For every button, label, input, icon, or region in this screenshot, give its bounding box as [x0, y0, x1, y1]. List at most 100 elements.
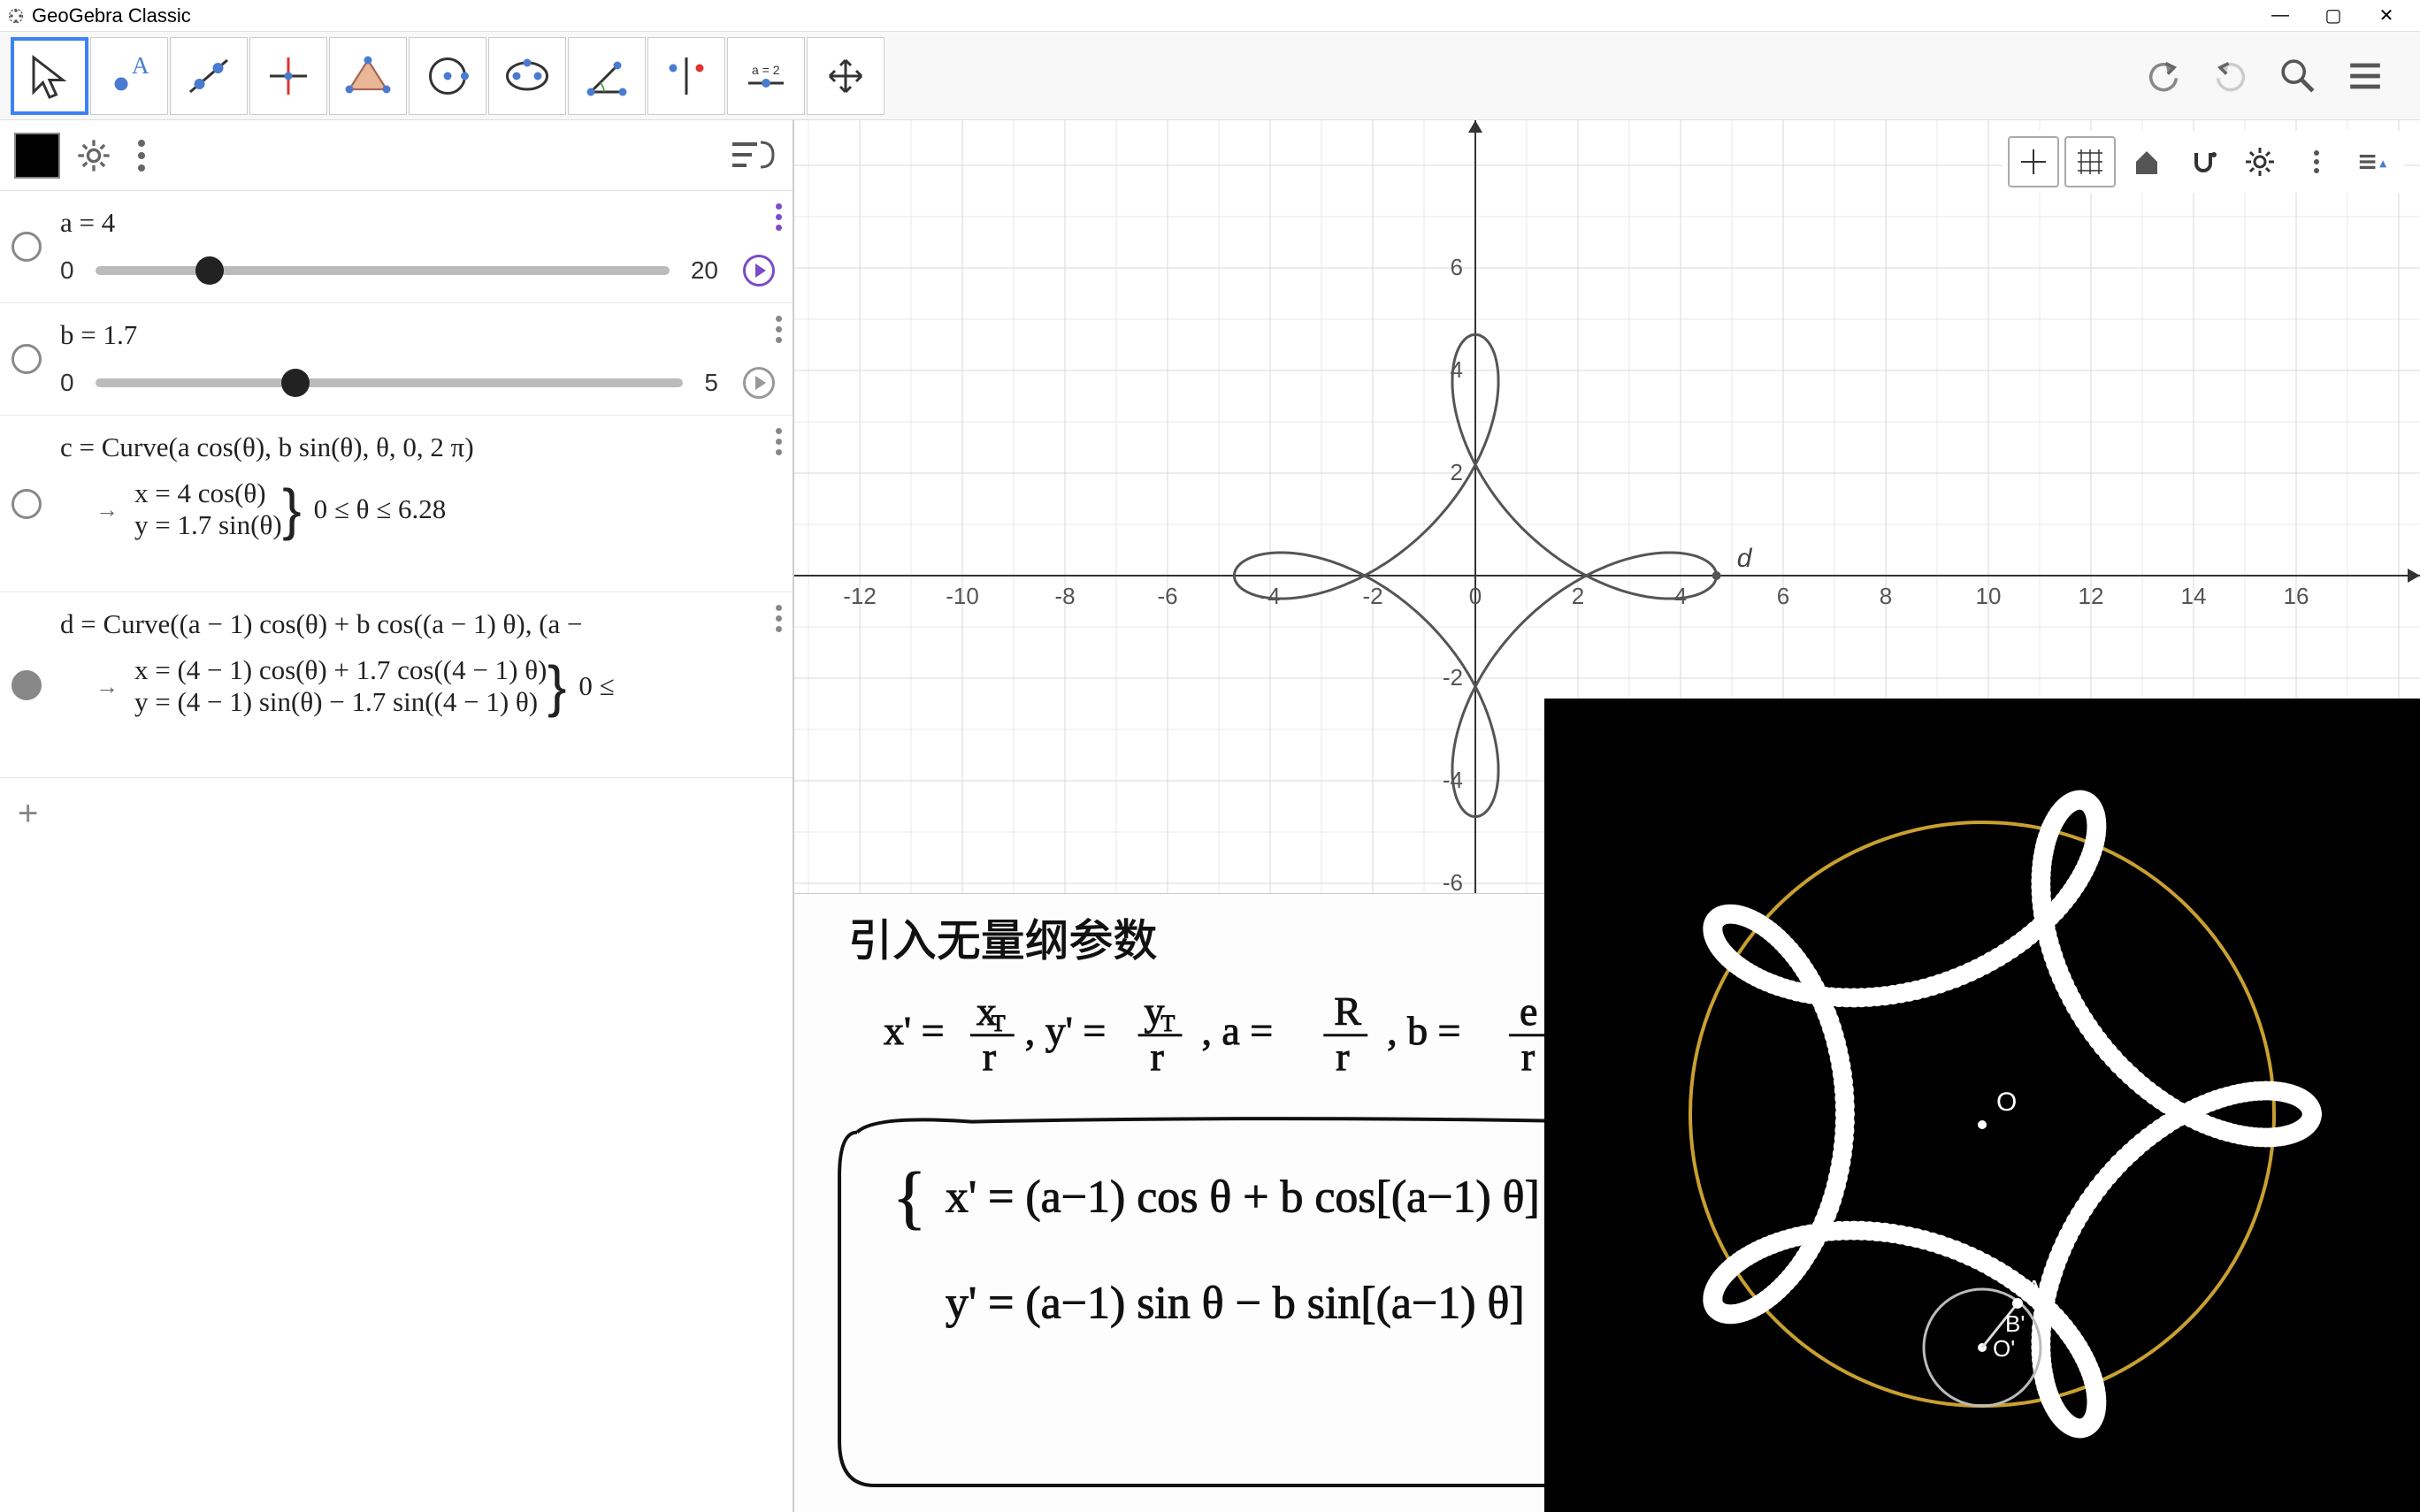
- title-bar: GeoGebra Classic — ▢ ✕: [0, 0, 2420, 32]
- item-menu-icon[interactable]: [776, 605, 782, 632]
- svg-text:A: A: [132, 52, 149, 79]
- tool-slider[interactable]: a = 2: [727, 37, 805, 115]
- home-button[interactable]: [2121, 136, 2172, 187]
- sub-expr-y: y = 1.7 sin(θ): [134, 509, 282, 541]
- tool-point[interactable]: A: [90, 37, 168, 115]
- expression: a = 4: [60, 207, 775, 239]
- svg-text:r: r: [983, 1035, 996, 1080]
- condition: 0 ≤ θ ≤ 6.28: [314, 493, 447, 525]
- undo-button[interactable]: [2137, 50, 2190, 103]
- graphics-view[interactable]: -12-10-8-6-4-20246810121416642-2-4-6-8-1…: [794, 120, 2420, 1512]
- condition: 0 ≤: [578, 670, 614, 702]
- svg-text:6: 6: [1451, 254, 1463, 280]
- slider-min: 0: [60, 369, 74, 397]
- more-button[interactable]: [2291, 136, 2342, 187]
- tool-palette: A a = 2: [11, 37, 886, 115]
- sort-icon[interactable]: [725, 134, 778, 178]
- algebra-item-c[interactable]: c = Curve(a cos(θ), b sin(θ), θ, 0, 2 π)…: [0, 416, 793, 592]
- svg-text:10: 10: [1976, 583, 2002, 609]
- tool-translate[interactable]: [807, 37, 885, 115]
- item-menu-icon[interactable]: [776, 428, 782, 455]
- maximize-button[interactable]: ▢: [2307, 0, 2360, 32]
- algebra-item-b[interactable]: b = 1.7 0 5: [0, 303, 793, 416]
- svg-text:16: 16: [2284, 583, 2309, 609]
- visibility-toggle[interactable]: [0, 592, 53, 777]
- minimize-button[interactable]: —: [2254, 0, 2307, 32]
- svg-text:, b =: , b =: [1387, 1008, 1460, 1053]
- play-button[interactable]: [743, 367, 775, 399]
- slider-max: 20: [691, 256, 718, 285]
- svg-text:x' =: x' =: [884, 1008, 945, 1053]
- color-swatch[interactable]: [14, 133, 60, 179]
- expression: c = Curve(a cos(θ), b sin(θ), θ, 0, 2 π): [60, 431, 775, 463]
- tool-perpendicular[interactable]: [249, 37, 327, 115]
- animation-panel: OAB'O': [1544, 699, 2420, 1512]
- arrow-icon: →: [96, 673, 122, 700]
- svg-text:a = 2: a = 2: [752, 63, 780, 77]
- tool-angle[interactable]: [568, 37, 646, 115]
- tool-reflect[interactable]: [647, 37, 725, 115]
- svg-text:T: T: [1161, 1011, 1176, 1036]
- main-toolbar: A a = 2: [0, 32, 2420, 120]
- svg-text:-6: -6: [1157, 583, 1177, 609]
- visibility-toggle[interactable]: [0, 416, 53, 592]
- svg-text:2: 2: [1451, 459, 1463, 485]
- svg-text:r: r: [1521, 1035, 1535, 1080]
- svg-text:6: 6: [1777, 583, 1789, 609]
- hw-eq2: y' = (a−1) sin θ − b sin[(a−1) θ]: [946, 1278, 1525, 1328]
- svg-text:-6: -6: [1443, 869, 1463, 896]
- main-area: a = 4 0 20 b = 1.7 0 5: [0, 120, 2420, 1512]
- settings-button[interactable]: [2234, 136, 2286, 187]
- add-input[interactable]: +: [0, 778, 793, 849]
- axes-toggle[interactable]: [2008, 136, 2059, 187]
- graphics-toolbar: [2003, 131, 2404, 193]
- tool-polygon[interactable]: [329, 37, 407, 115]
- search-button[interactable]: [2271, 50, 2324, 103]
- view-menu-button[interactable]: [2347, 136, 2399, 187]
- item-menu-icon[interactable]: [776, 203, 782, 231]
- sub-expr-x: x = (4 − 1) cos(θ) + 1.7 cos((4 − 1) θ): [134, 654, 547, 686]
- svg-text:O: O: [1996, 1088, 2017, 1117]
- svg-text:-2: -2: [1362, 583, 1382, 609]
- hw-eq1: x' = (a−1) cos θ + b cos[(a−1) θ]: [946, 1172, 1540, 1222]
- svg-text:14: 14: [2181, 583, 2207, 609]
- gear-icon[interactable]: [74, 136, 113, 175]
- arrow-icon: →: [96, 496, 122, 523]
- algebra-item-a[interactable]: a = 4 0 20: [0, 191, 793, 303]
- svg-text:r: r: [1336, 1035, 1349, 1080]
- tool-line[interactable]: [170, 37, 248, 115]
- svg-text:, y' =: , y' =: [1025, 1008, 1107, 1053]
- tool-ellipse[interactable]: [488, 37, 566, 115]
- svg-text:-2: -2: [1443, 664, 1463, 691]
- svg-text:R: R: [1334, 989, 1361, 1034]
- svg-text:, a =: , a =: [1201, 1008, 1273, 1053]
- svg-text:-10: -10: [946, 583, 979, 609]
- svg-text:2: 2: [1572, 583, 1584, 609]
- toolbar-actions: [2137, 50, 2409, 103]
- tool-circle[interactable]: [409, 37, 486, 115]
- sub-expr-y: y = (4 − 1) sin(θ) − 1.7 sin((4 − 1) θ): [134, 686, 547, 718]
- svg-text:T: T: [992, 1011, 1006, 1036]
- visibility-toggle[interactable]: [0, 303, 53, 415]
- svg-text:A: A: [2026, 1275, 2042, 1302]
- menu-button[interactable]: [2339, 50, 2392, 103]
- tool-move[interactable]: [11, 37, 88, 115]
- item-menu-icon[interactable]: [776, 316, 782, 343]
- grid-toggle[interactable]: [2064, 136, 2116, 187]
- algebra-view: a = 4 0 20 b = 1.7 0 5: [0, 120, 794, 1512]
- close-button[interactable]: ✕: [2360, 0, 2413, 32]
- algebra-item-d[interactable]: d = Curve((a − 1) cos(θ) + b cos((a − 1)…: [0, 592, 793, 778]
- redo-button[interactable]: [2204, 50, 2257, 103]
- play-button[interactable]: [743, 255, 775, 286]
- slider-a[interactable]: [96, 266, 670, 275]
- svg-text:0: 0: [1469, 583, 1482, 609]
- more-icon[interactable]: [127, 136, 156, 175]
- expression: d = Curve((a − 1) cos(θ) + b cos((a − 1)…: [60, 608, 775, 640]
- slider-b[interactable]: [96, 378, 684, 387]
- slider-max: 5: [704, 369, 718, 397]
- svg-text:r: r: [1151, 1035, 1164, 1080]
- visibility-toggle[interactable]: [0, 191, 53, 302]
- svg-text:12: 12: [2079, 583, 2104, 609]
- slider-min: 0: [60, 256, 74, 285]
- snap-button[interactable]: [2178, 136, 2229, 187]
